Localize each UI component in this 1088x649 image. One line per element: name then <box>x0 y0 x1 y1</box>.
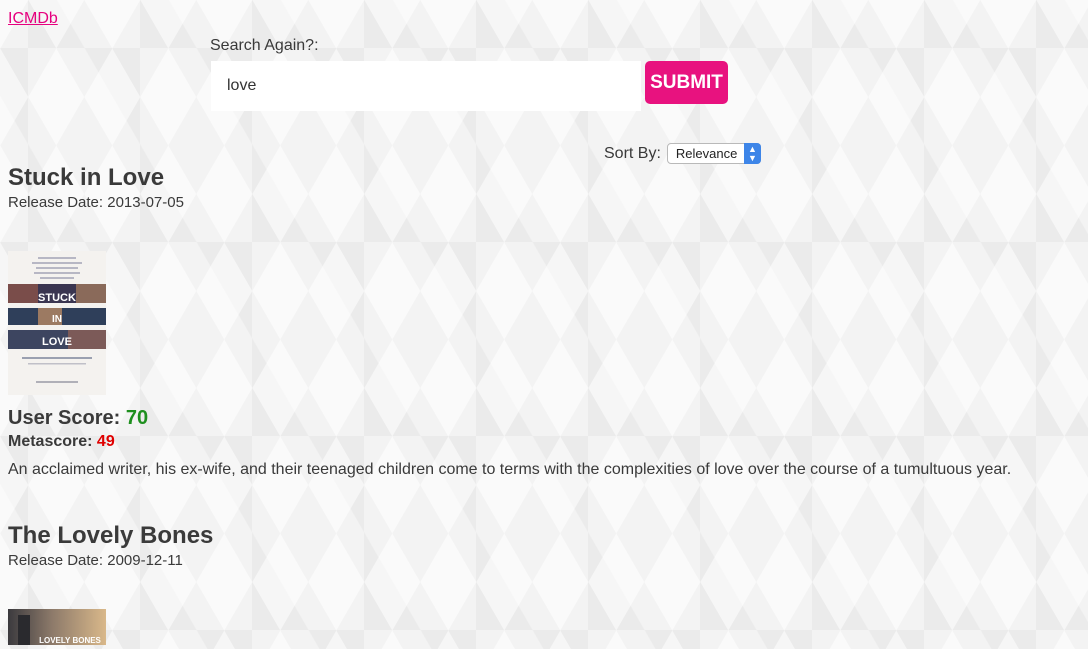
search-label: Search Again?: <box>210 37 319 54</box>
poster-word: LOVE <box>42 336 72 348</box>
movie-title[interactable]: The Lovely Bones <box>8 522 1068 550</box>
poster-word: LOVELY BONES <box>39 636 101 645</box>
search-input[interactable] <box>211 61 641 111</box>
sort-selected-value: Relevance <box>675 146 738 161</box>
release-date: Release Date: 2013-07-05 <box>8 194 184 211</box>
movie-result: The Lovely Bones Release Date: 2009-12-1… <box>8 522 1068 645</box>
movie-title[interactable]: Stuck in Love <box>8 164 1068 192</box>
movie-poster[interactable]: STUCK IN LOVE <box>8 251 106 395</box>
sort-select[interactable]: Relevance ▲ ▼ <box>666 143 761 164</box>
brand-home-link[interactable]: ICMDb <box>8 10 58 28</box>
poster-image: LOVELY BONES <box>8 609 106 645</box>
movie-poster[interactable]: LOVELY BONES <box>8 609 106 645</box>
release-date: Release Date: 2009-12-11 <box>8 552 183 569</box>
poster-word: STUCK <box>38 292 76 304</box>
poster-image: STUCK IN LOVE <box>8 251 106 395</box>
movie-result: Stuck in Love Release Date: 2013-07-05 S… <box>8 164 1068 479</box>
metascore: Metascore: 49 <box>8 433 1068 451</box>
metascore-value: 49 <box>96 433 115 450</box>
sort-label: Sort By: <box>604 144 661 162</box>
user-score: User Score: 70 <box>8 407 1068 430</box>
submit-button[interactable]: SUBMIT <box>645 61 728 104</box>
select-arrows-icon: ▲ ▼ <box>743 143 761 164</box>
movie-overview: An acclaimed writer, his ex-wife, and th… <box>8 461 1012 478</box>
sort-control: Sort By: Relevance ▲ ▼ <box>604 143 761 164</box>
user-score-value: 70 <box>125 407 149 429</box>
poster-word: IN <box>52 314 62 325</box>
user-score-label: User Score: <box>8 407 126 429</box>
metascore-label: Metascore: <box>8 433 97 450</box>
